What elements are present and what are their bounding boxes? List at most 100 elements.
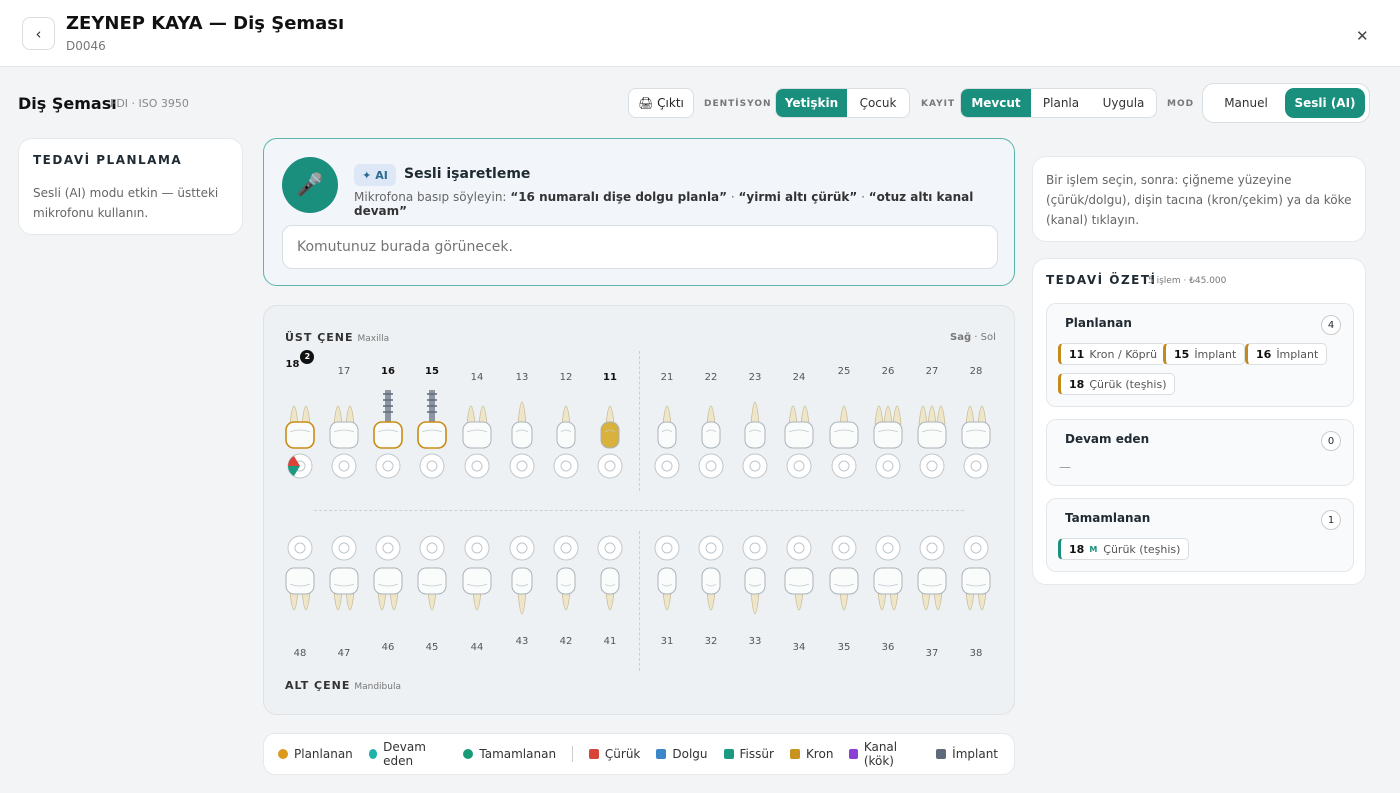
tooth-31[interactable] (647, 532, 687, 636)
tooth-26[interactable] (868, 384, 908, 488)
tooth-17[interactable] (324, 384, 364, 488)
tooth-18[interactable] (280, 384, 320, 488)
dentition-child[interactable]: Çocuk (847, 89, 909, 117)
tooth-13[interactable] (502, 384, 542, 488)
voice-command-input[interactable] (282, 225, 998, 269)
tooth-number: 34 (792, 642, 806, 653)
close-icon[interactable]: ✕ (1356, 27, 1369, 45)
tooth-number: 16 (381, 366, 395, 377)
tooth-number: 48 (293, 648, 307, 659)
chevron-left-icon: ‹ (35, 24, 42, 43)
chart-title: Diş Şeması (18, 94, 117, 113)
page-title: ZEYNEP KAYA — Diş Şeması (66, 13, 345, 34)
tooth-number: 182 (280, 350, 320, 372)
tooth-34[interactable] (779, 532, 819, 636)
voice-panel: 🎤 ✦ AI Sesli işaretleme Mikrofona basıp … (263, 138, 1015, 286)
group-count: 1 (1321, 510, 1341, 530)
tooth-42[interactable] (546, 532, 586, 636)
tooth-number: 25 (837, 366, 851, 377)
tooth-number: 32 (704, 636, 718, 647)
ai-badge: ✦ AI (354, 164, 396, 186)
treatment-planning-text: Sesli (AI) modu etkin — üstteki mikrofon… (33, 186, 219, 220)
tooth-27[interactable] (912, 384, 952, 488)
tooth-35[interactable] (824, 532, 864, 636)
legend-procedure-item: Fissür (723, 747, 774, 761)
voice-title: Sesli işaretleme (404, 166, 531, 182)
patient-id: D0046 (66, 39, 106, 53)
tooth-chart: ÜST ÇENE Maxilla Sağ · Sol ALT ÇENE Mandib… (263, 305, 1015, 715)
voice-example-2: “yirmi altı çürük” (738, 190, 858, 204)
tooth-23[interactable] (735, 384, 775, 488)
summary-item[interactable]: 11 Kron / Köprü (1058, 343, 1167, 365)
tooth-24[interactable] (779, 384, 819, 488)
tooth-number: 15 (425, 366, 439, 377)
summary-title: TEDAVİ ÖZETİ (1046, 273, 1157, 287)
tooth-number: 21 (660, 372, 674, 383)
tooth-number: 47 (337, 648, 351, 659)
tooth-41[interactable] (590, 532, 630, 636)
group-count: 0 (1321, 431, 1341, 451)
tooth-14[interactable] (457, 384, 497, 488)
legend-procedure-item: Dolgu (656, 747, 708, 761)
tooth-number: 36 (881, 642, 895, 653)
summary-item[interactable]: 18 M Çürük (teşhis) (1058, 538, 1190, 560)
tooth-number: 23 (748, 372, 762, 383)
mode-toggle: Manuel Sesli (AI) (1202, 83, 1370, 123)
record-current[interactable]: Mevcut (961, 89, 1031, 117)
tooth-16[interactable] (368, 384, 408, 488)
tooth-number: 42 (559, 636, 573, 647)
legend-status-item: Tamamlanan (463, 747, 556, 761)
tooth-number: 33 (748, 636, 762, 647)
tooth-15[interactable] (412, 384, 452, 488)
tooth-22[interactable] (691, 384, 731, 488)
tooth-number: 17 (337, 366, 351, 377)
tooth-11[interactable] (590, 384, 630, 488)
legend-status-item: Devam eden (368, 740, 448, 768)
summary-subtitle: 5 işlem · ₺45.000 (1148, 276, 1227, 286)
microphone-icon: 🎤 (296, 172, 324, 198)
tooth-36[interactable] (868, 532, 908, 636)
tooth-28[interactable] (956, 384, 996, 488)
lower-jaw-label: ALT ÇENE Mandibula (285, 679, 401, 692)
voice-hint: Mikrofona basıp söyleyin: “16 numaralı d… (354, 190, 974, 218)
legend-procedure-item: Kanal (kök) (849, 740, 920, 768)
microphone-button[interactable]: 🎤 (282, 157, 338, 213)
summary-item[interactable]: 15 İmplant (1163, 343, 1246, 365)
empty-placeholder: — (1059, 460, 1071, 474)
record-plan[interactable]: Planla (1031, 89, 1091, 117)
tooth-number: 38 (969, 648, 983, 659)
tooth-44[interactable] (457, 532, 497, 636)
legend-procedure-item: Kron (789, 747, 833, 761)
record-apply[interactable]: Uygula (1091, 89, 1156, 117)
tooth-38[interactable] (956, 532, 996, 636)
tooth-12[interactable] (546, 384, 586, 488)
tooth-number: 31 (660, 636, 674, 647)
tooth-33[interactable] (735, 532, 775, 636)
dentition-toggle: Yetişkin Çocuk (775, 88, 910, 118)
tooth-number: 24 (792, 372, 806, 383)
tooth-46[interactable] (368, 532, 408, 636)
tooth-32[interactable] (691, 532, 731, 636)
tooth-21[interactable] (647, 384, 687, 488)
tooth-43[interactable] (502, 532, 542, 636)
mode-voice-ai[interactable]: Sesli (AI) (1285, 88, 1365, 118)
side-indicator: Sağ · Sol (950, 332, 996, 343)
tooth-37[interactable] (912, 532, 952, 636)
dentition-adult[interactable]: Yetişkin (776, 89, 847, 117)
chart-standard: FDI · ISO 3950 (110, 97, 189, 110)
print-button[interactable]: 🖨 Çıktı (628, 88, 694, 118)
summary-item[interactable]: 18 Çürük (teşhis) (1058, 373, 1176, 395)
tooth-48[interactable] (280, 532, 320, 636)
legend-procedure-item: Çürük (588, 747, 640, 761)
tooth-45[interactable] (412, 532, 452, 636)
tooth-number: 11 (603, 372, 617, 383)
summary-item[interactable]: 16 İmplant (1245, 343, 1328, 365)
tooth-25[interactable] (824, 384, 864, 488)
instruction-card: Bir işlem seçin, sonra: çiğneme yüzeyine… (1032, 156, 1366, 242)
tooth-number: 41 (603, 636, 617, 647)
back-button[interactable]: ‹ (22, 17, 55, 50)
tooth-47[interactable] (324, 532, 364, 636)
group-count: 4 (1321, 315, 1341, 335)
treatment-planning-card: TEDAVİ PLANLAMA Sesli (AI) modu etkin — … (18, 138, 243, 235)
mode-manual[interactable]: Manuel (1207, 88, 1285, 118)
